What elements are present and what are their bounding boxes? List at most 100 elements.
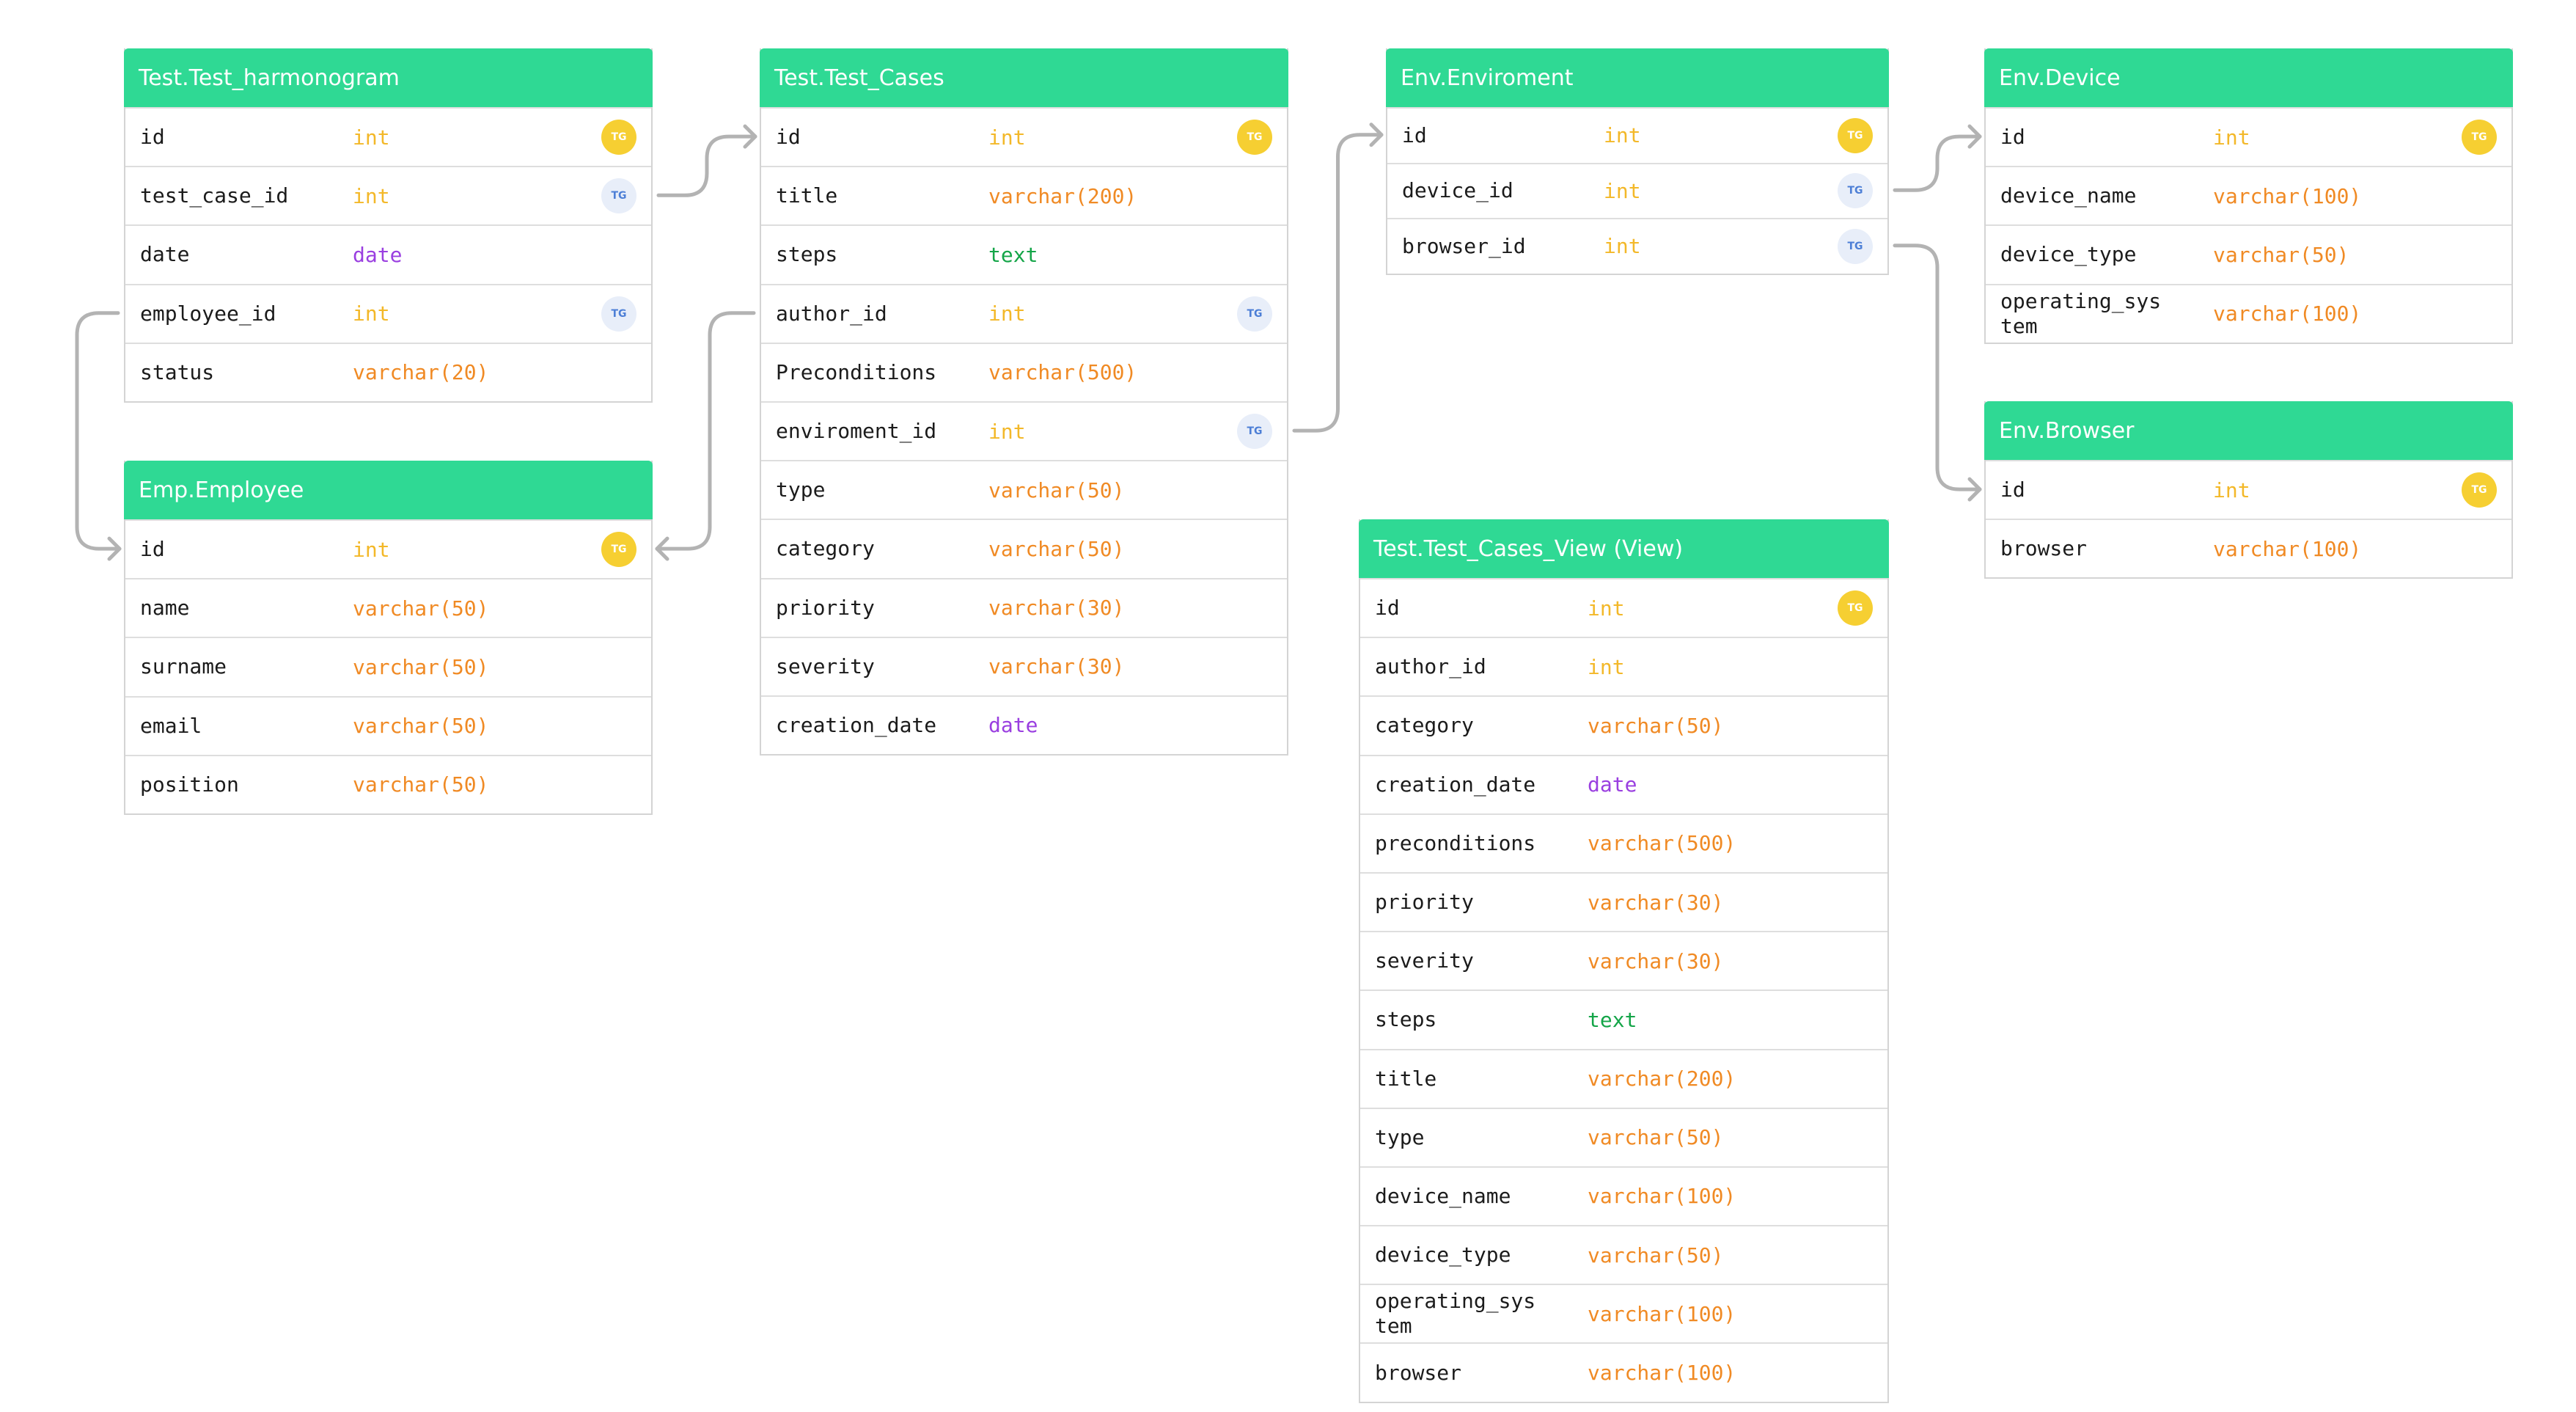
table-test-cases[interactable]: Test.Test_Cases id int TG title varchar(200) s…	[760, 48, 1288, 756]
field-type: varchar(100)	[2213, 183, 2362, 208]
field-row[interactable]: device_id int TG	[1387, 162, 1887, 219]
table-env-enviroment[interactable]: Env.Enviroment id int TG device_id int TG brows…	[1386, 48, 1889, 275]
field-row[interactable]: browser varchar(100)	[1360, 1342, 1887, 1401]
field-name: type	[1375, 1124, 1425, 1149]
field-name: steps	[1375, 1007, 1437, 1032]
table-test-cases-view[interactable]: Test.Test_Cases_View (View) id int TG author…	[1359, 519, 1889, 1403]
field-type: int	[2213, 125, 2250, 150]
field-row[interactable]: creation_date date	[761, 695, 1287, 754]
field-row[interactable]: category varchar(50)	[1360, 695, 1887, 754]
relation-line	[1292, 133, 1384, 433]
field-row[interactable]: date date	[125, 224, 651, 283]
field-row[interactable]: test_case_id int TG	[125, 166, 651, 224]
field-row[interactable]: creation_date date	[1360, 754, 1887, 813]
relation-line	[75, 311, 122, 551]
field-row[interactable]: priority varchar(30)	[1360, 871, 1887, 931]
field-row[interactable]: surname varchar(50)	[125, 637, 651, 695]
field-row[interactable]: browser varchar(100)	[1986, 519, 2511, 577]
field-name: creation_date	[1375, 772, 1536, 797]
table-title[interactable]: Emp.Employee	[124, 461, 653, 519]
field-row[interactable]: severity varchar(30)	[1360, 931, 1887, 990]
table-test-harmonogram[interactable]: Test.Test_harmonogramid int TG test_case_id…	[124, 48, 653, 403]
field-name: id	[1402, 122, 1427, 147]
field-row[interactable]: title varchar(200)	[1360, 1048, 1887, 1108]
table-title[interactable]: Env.Enviroment	[1386, 48, 1889, 107]
table-title[interactable]: Test.Test_harmonogram	[124, 48, 653, 107]
table-env-device[interactable]: Env.Device id int TG device_name varchar(100)…	[1984, 48, 2513, 344]
field-row[interactable]: status varchar(20)	[125, 342, 651, 401]
field-name: type	[776, 478, 826, 502]
field-type: int	[353, 125, 390, 150]
table-title[interactable]: Env.Device	[1984, 48, 2513, 107]
field-type: varchar(50)	[353, 772, 489, 797]
field-row[interactable]: name varchar(50)	[125, 578, 651, 637]
field-row[interactable]: operating_sys tem varchar(100)	[1360, 1284, 1887, 1342]
field-row[interactable]: id int TG	[761, 107, 1287, 166]
field-row[interactable]: email varchar(50)	[125, 695, 651, 755]
field-name: device_type	[2000, 242, 2137, 267]
field-row[interactable]: browser_id int TG	[1387, 218, 1887, 274]
field-row[interactable]: severity varchar(30)	[761, 636, 1287, 695]
field-row[interactable]: steps text	[1360, 990, 1887, 1048]
field-row[interactable]: id int TG	[125, 107, 651, 166]
field-name: date	[140, 242, 190, 267]
field-row[interactable]: priority varchar(30)	[761, 577, 1287, 637]
er-diagram-canvas: Test.Test_harmonogramid int TG test_case_id…	[0, 0, 2576, 1412]
field-row[interactable]: id int TG	[1986, 460, 2511, 519]
field-type: int	[988, 125, 1026, 150]
field-row[interactable]: device_type varchar(50)	[1360, 1225, 1887, 1284]
field-name: status	[140, 359, 215, 384]
field-type: varchar(30)	[1588, 890, 1724, 915]
primary-key-icon: TG	[601, 120, 636, 156]
table-title[interactable]: Env.Browser	[1984, 401, 2513, 460]
field-type: varchar(50)	[1588, 713, 1724, 738]
field-row[interactable]: id int TG	[1986, 107, 2511, 166]
field-name: priority	[776, 595, 875, 620]
field-type: date	[353, 242, 403, 267]
field-row[interactable]: id int TG	[125, 519, 651, 578]
field-row[interactable]: type varchar(50)	[761, 460, 1287, 519]
field-row[interactable]: author_id int	[1360, 637, 1887, 695]
field-type: varchar(100)	[1588, 1301, 1736, 1326]
field-row[interactable]: enviroment_id int TG	[761, 400, 1287, 460]
table-emp-employee[interactable]: Emp.Employee id int TG name varchar(50) surnam…	[124, 461, 653, 815]
field-name: device_name	[2000, 183, 2137, 208]
field-row[interactable]: author_id int TG	[761, 283, 1287, 343]
field-row[interactable]: employee_id int TG	[125, 283, 651, 343]
field-row[interactable]: device_type varchar(50)	[1986, 224, 2511, 283]
field-type: varchar(500)	[1588, 831, 1736, 856]
field-name: Preconditions	[776, 359, 937, 384]
field-row[interactable]: position varchar(50)	[125, 754, 651, 813]
field-type: varchar(200)	[988, 183, 1137, 208]
primary-key-icon: TG	[1838, 590, 1873, 626]
field-row[interactable]: id int TG	[1360, 578, 1887, 637]
field-type: date	[1588, 772, 1637, 797]
field-type: varchar(30)	[988, 654, 1125, 679]
field-name: id	[140, 125, 165, 150]
field-name: browser	[2000, 536, 2088, 561]
field-name: position	[140, 772, 239, 797]
field-row[interactable]: device_name varchar(100)	[1360, 1166, 1887, 1225]
field-row[interactable]: category varchar(50)	[761, 519, 1287, 577]
field-row[interactable]: device_name varchar(100)	[1986, 166, 2511, 224]
field-row[interactable]: type varchar(50)	[1360, 1107, 1887, 1166]
field-row[interactable]: steps text	[761, 224, 1287, 283]
field-type: varchar(100)	[1588, 1361, 1736, 1386]
field-name: surname	[140, 654, 227, 679]
field-name: device_id	[1402, 178, 1513, 203]
table-env-browser[interactable]: Env.Browser id int TG browser varchar(100)	[1984, 401, 2513, 579]
field-type: text	[988, 242, 1038, 267]
field-type: int	[1604, 178, 1641, 203]
field-type: varchar(100)	[2213, 301, 2362, 326]
table-title[interactable]: Test.Test_Cases	[760, 48, 1288, 107]
field-row[interactable]: id int TG	[1387, 107, 1887, 163]
field-row[interactable]: preconditions varchar(500)	[1360, 813, 1887, 872]
field-name: category	[1375, 713, 1474, 738]
field-name: email	[140, 713, 202, 738]
field-name: author_id	[776, 301, 887, 326]
field-row[interactable]: operating_sys tem varchar(100)	[1986, 283, 2511, 343]
field-type: text	[1588, 1007, 1637, 1032]
field-row[interactable]: title varchar(200)	[761, 166, 1287, 224]
field-row[interactable]: Preconditions varchar(500)	[761, 342, 1287, 401]
table-title[interactable]: Test.Test_Cases_View (View)	[1359, 519, 1889, 578]
